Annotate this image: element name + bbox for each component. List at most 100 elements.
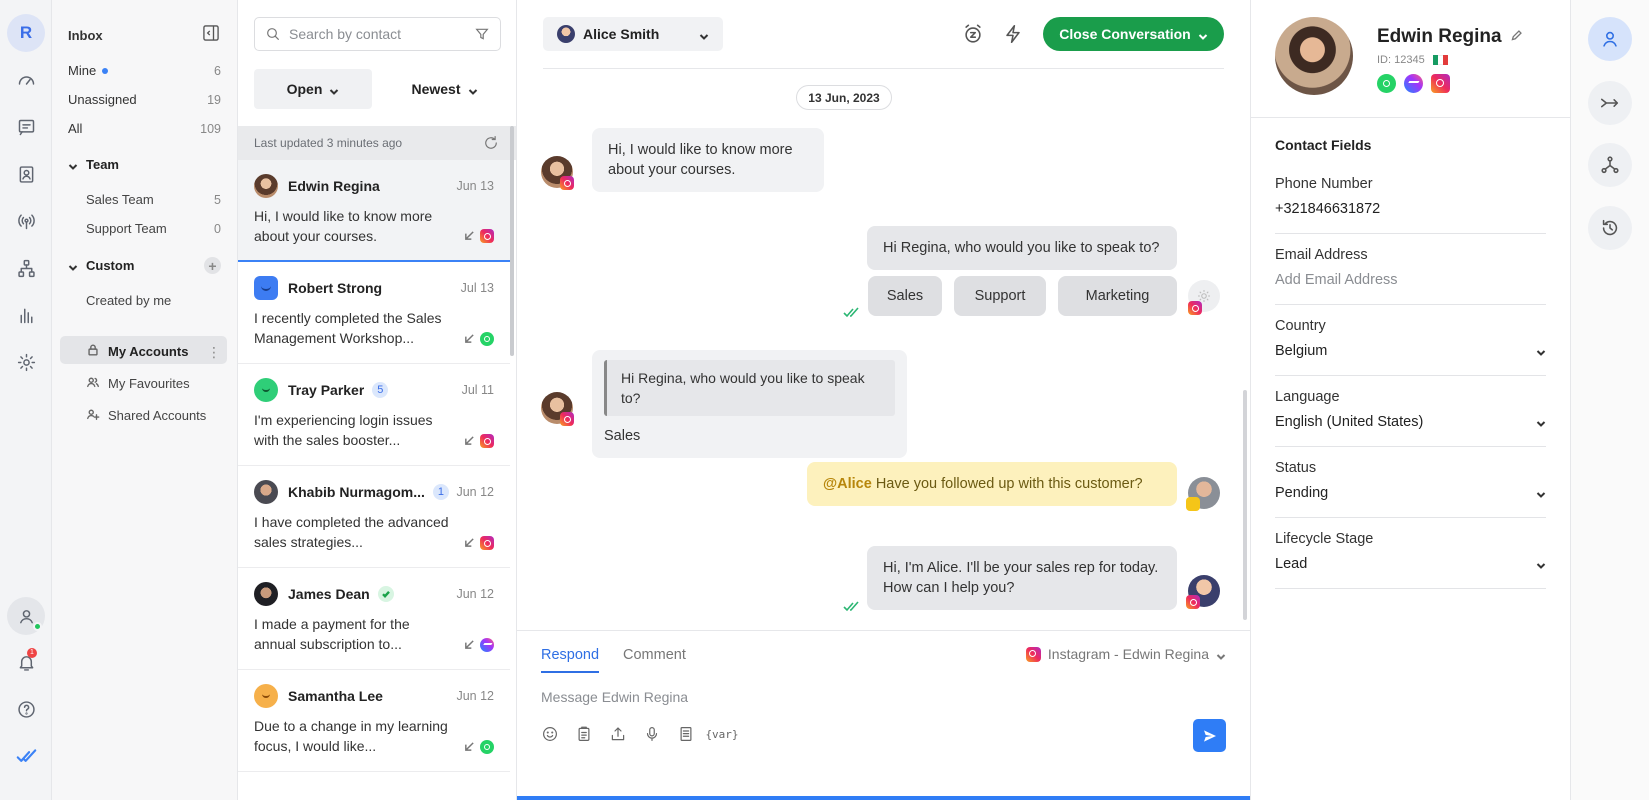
user-share-icon (86, 407, 100, 424)
nav-item-support-team[interactable]: Support Team 0 (68, 221, 221, 236)
send-button[interactable] (1193, 719, 1226, 752)
upload-icon[interactable] (607, 723, 629, 745)
merge-arrow-icon[interactable] (1588, 81, 1632, 125)
contact-avatar (254, 582, 278, 606)
conversation-item[interactable]: Samantha Lee Jun 12 Due to a change in m… (238, 670, 510, 772)
field-country[interactable]: Country Belgium (1275, 318, 1546, 376)
sort-dropdown[interactable]: Newest (388, 69, 501, 109)
last-updated-text: Last updated 3 minutes ago (254, 136, 403, 150)
quick-reply-support[interactable]: Support (954, 276, 1046, 316)
search-box[interactable] (254, 17, 501, 51)
instagram-icon (480, 434, 494, 448)
conversation-date: Jun 12 (456, 689, 494, 703)
collapse-sidebar-icon[interactable] (201, 23, 221, 46)
quick-reply-sales[interactable]: Sales (868, 276, 942, 316)
integrations-hub-icon[interactable] (1588, 143, 1632, 187)
nav-item-label: All (68, 121, 83, 136)
tab-comment[interactable]: Comment (623, 647, 686, 663)
variable-insert-button[interactable]: {var} (705, 723, 738, 745)
field-label: Status (1275, 460, 1317, 476)
field-language[interactable]: Language English (United States) (1275, 389, 1546, 447)
assignee-dropdown[interactable]: Alice Smith (543, 17, 723, 51)
article-icon[interactable] (675, 723, 697, 745)
field-email-address[interactable]: Email Address Add Email Address (1275, 247, 1546, 305)
nav-item-count: 19 (207, 92, 221, 107)
field-phone-number[interactable]: Phone Number +321846631872 (1275, 176, 1546, 234)
chat-header-divider (543, 68, 1224, 69)
message-input[interactable] (541, 689, 1141, 705)
inbox-icon[interactable] (7, 108, 45, 146)
filter-icon[interactable] (474, 26, 490, 42)
workflow-icon[interactable] (7, 249, 45, 287)
nav-item-unassigned[interactable]: Unassigned 19 (68, 92, 221, 107)
messenger-icon[interactable] (1404, 74, 1423, 93)
field-status[interactable]: Status Pending (1275, 460, 1546, 518)
channel-dropdown[interactable]: Instagram - Edwin Regina (1025, 646, 1226, 662)
history-icon[interactable] (1588, 206, 1632, 250)
chevron-down-icon (1536, 559, 1546, 569)
nav-item-shared-accounts[interactable]: Shared Accounts (68, 407, 221, 424)
contact-avatar (254, 684, 278, 708)
nav-item-my-accounts[interactable]: My Accounts ⋮ (68, 343, 221, 360)
chevron-down-icon[interactable] (1198, 29, 1208, 40)
help-icon[interactable] (7, 690, 45, 728)
field-lifecycle-stage[interactable]: Lifecycle Stage Lead (1275, 531, 1546, 589)
contact-panel: Edwin Regina ID: 12345 Contact Fields Ph… (1251, 0, 1571, 800)
lock-icon (86, 343, 100, 360)
contacts-icon[interactable] (7, 155, 45, 193)
edit-pencil-icon[interactable] (1502, 26, 1523, 48)
contact-details-icon[interactable] (1588, 17, 1632, 61)
field-value: Lead (1275, 556, 1308, 572)
nav-item-label: Shared Accounts (108, 408, 207, 423)
incoming-message: Hi, I would like to know more about your… (592, 128, 824, 192)
conversation-item[interactable]: James Dean Jun 12 I made a payment for t… (238, 568, 510, 670)
reply-text: Sales (604, 428, 641, 444)
chat-scrollbar[interactable] (1243, 390, 1247, 620)
notifications-bell-icon[interactable]: 1 (7, 643, 45, 681)
conversation-item[interactable]: Tray Parker 5 Jul 11 I'm experiencing lo… (238, 364, 510, 466)
more-vertical-icon[interactable]: ⋮ (207, 345, 221, 359)
nav-item-label: Unassigned (68, 92, 137, 107)
nav-item-created-by-me[interactable]: Created by me (68, 293, 221, 308)
tab-respond[interactable]: Respond (541, 647, 599, 663)
field-value: +321846631872 (1275, 201, 1381, 217)
nav-section-label: Team (86, 157, 119, 172)
nav-item-count: 0 (214, 221, 221, 236)
refresh-icon[interactable] (482, 134, 500, 152)
instagram-icon (560, 412, 574, 426)
status-filter-dropdown[interactable]: Open (254, 69, 372, 109)
chevron-down-icon (1536, 417, 1546, 427)
close-conversation-button[interactable]: Close Conversation (1043, 17, 1224, 51)
nav-item-all[interactable]: All 109 (68, 121, 221, 136)
conversation-item[interactable]: Khabib Nurmagom... 1 Jun 12 I have compl… (238, 466, 510, 568)
clipboard-template-icon[interactable] (573, 723, 595, 745)
instagram-icon[interactable] (1431, 74, 1450, 93)
message-preview: Hi, I would like to know more about your… (254, 208, 433, 244)
incoming-arrow-icon (464, 331, 475, 347)
search-input[interactable] (289, 26, 474, 42)
nav-section-custom[interactable]: Custom + (68, 257, 221, 274)
conversation-item[interactable]: Edwin Regina Jun 13 Hi, I would like to … (238, 160, 510, 262)
shortcuts-lightning-icon[interactable] (1001, 22, 1025, 46)
chevron-down-icon (1536, 346, 1546, 356)
emoji-icon[interactable] (539, 723, 561, 745)
settings-icon[interactable] (7, 343, 45, 381)
quick-reply-marketing[interactable]: Marketing (1058, 276, 1177, 316)
nav-item-label: Created by me (86, 293, 172, 308)
conversation-item[interactable]: Robert Strong Jul 13 I recently complete… (238, 262, 510, 364)
nav-item-sales-team[interactable]: Sales Team 5 (68, 192, 221, 207)
whatsapp-icon (480, 332, 494, 346)
dashboard-icon[interactable] (7, 61, 45, 99)
nav-item-mine[interactable]: Mine 6 (68, 63, 221, 78)
broadcast-icon[interactable] (7, 202, 45, 240)
list-scrollbar[interactable] (510, 126, 514, 356)
nav-item-my-favourites[interactable]: My Favourites (68, 375, 221, 392)
nav-section-team[interactable]: Team (68, 157, 221, 172)
microphone-icon[interactable] (641, 723, 663, 745)
user-profile-icon[interactable] (7, 597, 45, 635)
snooze-icon[interactable] (961, 22, 985, 46)
whatsapp-icon[interactable] (1377, 74, 1396, 93)
workspace-avatar[interactable]: R (7, 14, 45, 52)
reports-icon[interactable] (7, 296, 45, 334)
add-custom-view-icon[interactable]: + (204, 257, 221, 274)
